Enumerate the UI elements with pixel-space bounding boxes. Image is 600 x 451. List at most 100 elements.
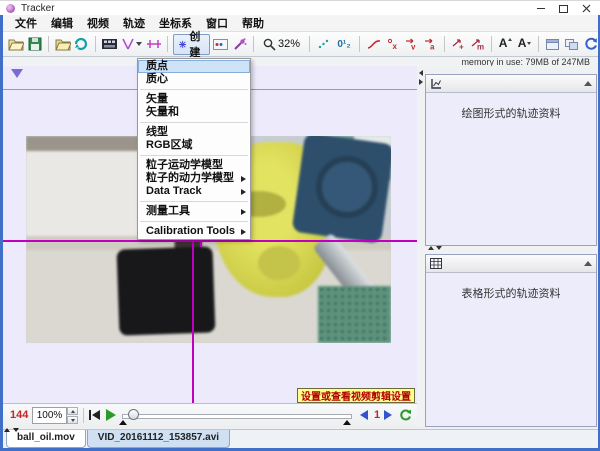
step-back-button[interactable] <box>360 410 368 420</box>
calibration-stick-icon[interactable] <box>145 36 162 53</box>
splitter-down-arrow-icon[interactable] <box>436 246 442 250</box>
font-increase-button[interactable]: A <box>497 36 514 53</box>
model-builder-icon[interactable] <box>231 36 248 53</box>
font-decrease-button[interactable]: A <box>516 36 533 53</box>
splitter-up-arrow-icon[interactable] <box>4 428 10 432</box>
axes-dropdown-caret <box>136 42 142 46</box>
menu-item-data-track[interactable]: Data Track <box>138 185 250 198</box>
save-icon[interactable] <box>26 36 43 53</box>
create-icon <box>179 39 186 50</box>
dock-panel-icon[interactable] <box>544 36 561 53</box>
step-size-value[interactable]: 1 <box>374 409 380 421</box>
positions-icon[interactable]: x <box>384 36 401 53</box>
horizontal-splitter[interactable] <box>425 246 597 254</box>
track-control-icon[interactable] <box>212 36 229 53</box>
menu-item-vector-sum[interactable]: 矢量和 <box>138 106 250 119</box>
menu-item-center-of-mass[interactable]: 质心 <box>138 73 250 86</box>
plot-icon <box>430 78 442 90</box>
menu-help[interactable]: 帮助 <box>235 15 271 31</box>
accelerations-icon[interactable]: a <box>422 36 439 53</box>
splitter-down-arrow-icon[interactable] <box>13 428 19 432</box>
coordinate-axis-x[interactable] <box>3 240 417 242</box>
create-button[interactable]: 创建 <box>173 34 210 55</box>
create-menu: 质点 质心 矢量 矢量和 线型 RGB区域 粒子运动学模型 粒子的动力学模型 D… <box>137 58 251 240</box>
status-strip: memory in use: 79MB of 247MB <box>3 57 598 66</box>
toolbar-separator <box>538 36 539 52</box>
rewind-icon <box>89 410 91 420</box>
menu-video[interactable]: 视频 <box>80 15 116 31</box>
vector-labels-icon[interactable]: m <box>469 36 486 53</box>
menu-item-point-mass[interactable]: 质点 <box>138 60 250 73</box>
play-button[interactable] <box>106 409 116 421</box>
app-icon <box>6 4 15 13</box>
tab-vid-20161112[interactable]: VID_20161112_153857.avi <box>87 430 230 448</box>
menu-item-dynamic-model[interactable]: 粒子的动力学模型 <box>138 172 250 185</box>
window-title: Tracker <box>21 3 55 14</box>
zoom-button[interactable]: 32% <box>259 35 304 53</box>
paste-data-icon[interactable] <box>73 36 90 53</box>
menu-edit[interactable]: 编辑 <box>44 15 80 31</box>
close-icon <box>582 4 591 13</box>
up-caret-icon <box>508 38 512 41</box>
player-bar: 144 100% 1 <box>3 403 417 428</box>
menu-item-rgb-region[interactable]: RGB区域 <box>138 139 250 152</box>
rate-up-button[interactable] <box>67 407 78 415</box>
toolbar-separator <box>48 36 49 52</box>
menu-bar: 文件 编辑 视频 轨迹 坐标系 窗口 帮助 <box>3 15 598 32</box>
minimize-button[interactable] <box>529 1 552 16</box>
undock-panel-icon[interactable] <box>563 36 580 53</box>
open-library-icon[interactable] <box>54 36 71 53</box>
splitter-up-arrow-icon[interactable] <box>428 246 434 250</box>
menu-separator <box>140 89 248 90</box>
menu-separator <box>140 221 248 222</box>
menu-separator <box>140 201 248 202</box>
vertical-splitter[interactable] <box>417 66 425 427</box>
view-menu-triangle-icon[interactable] <box>11 69 23 78</box>
menu-item-line-profile[interactable]: 线型 <box>138 126 250 139</box>
velocities-icon[interactable]: v <box>403 36 420 53</box>
clip-out-marker[interactable] <box>343 420 351 425</box>
rate-down-button[interactable] <box>67 416 78 424</box>
splitter-right-arrow-icon[interactable] <box>419 79 423 85</box>
refresh-icon[interactable] <box>582 36 599 53</box>
menu-file[interactable]: 文件 <box>8 15 44 31</box>
toolbar-separator <box>359 36 360 52</box>
splitter-left-arrow-icon[interactable] <box>419 70 423 76</box>
clip-settings-icon[interactable] <box>101 36 118 53</box>
bottom-splitter-handle[interactable] <box>4 428 24 433</box>
loop-button[interactable] <box>398 408 412 422</box>
collapse-panel-button[interactable] <box>584 261 592 266</box>
select-points-icon[interactable] <box>315 36 332 53</box>
vector-sum-icon[interactable]: + <box>450 36 467 53</box>
paths-icon[interactable] <box>365 36 382 53</box>
svg-text:m: m <box>477 43 484 51</box>
steps-trails-icon[interactable]: 0¹₂ <box>334 36 354 53</box>
clip-in-marker[interactable] <box>119 420 127 425</box>
menu-window[interactable]: 窗口 <box>199 15 235 31</box>
close-button[interactable] <box>575 1 598 16</box>
toolbar-separator <box>95 36 96 52</box>
play-rate-field[interactable]: 100% <box>32 407 67 424</box>
plot-view-panel: 绘图形式的轨迹资料 <box>425 74 597 246</box>
submenu-arrow-icon <box>241 189 246 195</box>
menu-item-analytical-model[interactable]: 粒子运动学模型 <box>138 159 250 172</box>
create-label: 创建 <box>189 28 204 60</box>
toolbar-separator <box>167 36 168 52</box>
down-caret-icon <box>527 42 531 45</box>
axes-icon[interactable] <box>120 36 143 53</box>
menu-item-measuring-tools[interactable]: 测量工具 <box>138 205 250 218</box>
maximize-button[interactable] <box>552 1 575 16</box>
menu-item-calibration-tools[interactable]: Calibration Tools <box>138 225 250 238</box>
open-file-icon[interactable] <box>7 36 24 53</box>
reset-button[interactable] <box>89 410 101 420</box>
table-icon <box>430 258 442 269</box>
collapse-panel-button[interactable] <box>584 81 592 86</box>
menu-item-vector[interactable]: 矢量 <box>138 93 250 106</box>
menu-separator <box>140 155 248 156</box>
timeline-thumb[interactable] <box>128 409 139 420</box>
loop-icon <box>398 408 412 422</box>
step-forward-button[interactable] <box>384 410 392 420</box>
menu-track[interactable]: 轨迹 <box>116 15 152 31</box>
frame-number: 144 <box>10 409 28 421</box>
timeline-slider[interactable] <box>122 414 352 419</box>
